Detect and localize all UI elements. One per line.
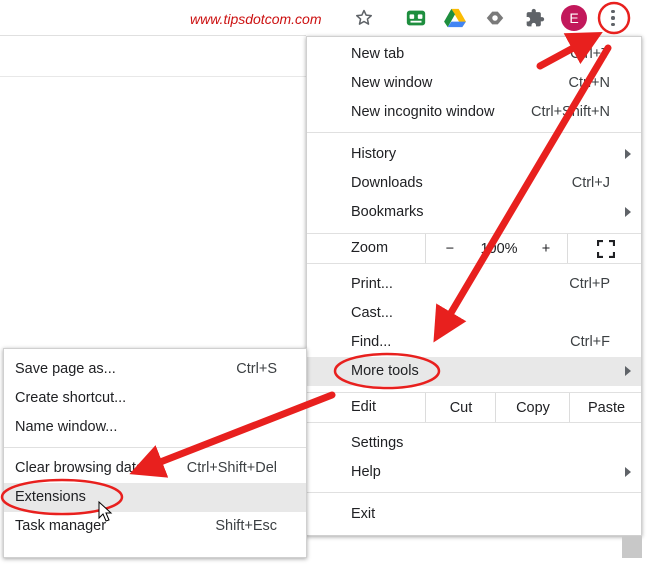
- menu-item-shortcut: Ctrl+T: [570, 46, 610, 62]
- google-drive-icon[interactable]: [443, 6, 467, 30]
- watermark-text: www.tipsdotcom.com: [190, 11, 322, 27]
- menu-item-label: New tab: [351, 46, 405, 62]
- submenu-item-name-window[interactable]: Name window...: [4, 413, 306, 442]
- submenu-item-task-manager[interactable]: Task manager Shift+Esc: [4, 512, 306, 541]
- menu-item-shortcut: Ctrl+Shift+N: [531, 104, 610, 120]
- menu-item-exit[interactable]: Exit: [307, 500, 641, 529]
- submenu-item-shortcut: Ctrl+Shift+Del: [186, 460, 277, 476]
- cut-label: Cut: [449, 399, 473, 416]
- menu-item-settings[interactable]: Settings: [307, 429, 641, 458]
- page-divider: [0, 35, 306, 36]
- star-icon[interactable]: [352, 6, 376, 30]
- submenu-item-save-page[interactable]: Save page as... Ctrl+S: [4, 355, 306, 384]
- submenu-divider: [4, 447, 306, 448]
- fullscreen-icon[interactable]: [567, 234, 643, 263]
- chevron-right-icon: [625, 467, 631, 477]
- menu-item-bookmarks[interactable]: Bookmarks: [307, 198, 641, 227]
- zoom-out-label: −: [445, 240, 455, 257]
- menu-item-find[interactable]: Find... Ctrl+F: [307, 328, 641, 357]
- cut-button[interactable]: Cut: [425, 393, 496, 422]
- menu-item-cast[interactable]: Cast...: [307, 299, 641, 328]
- edit-label: Edit: [351, 399, 376, 415]
- paste-button[interactable]: Paste: [569, 393, 643, 422]
- menu-item-label: Bookmarks: [351, 204, 424, 220]
- more-tools-submenu: Save page as... Ctrl+S Create shortcut..…: [3, 348, 307, 558]
- menu-item-label: Settings: [351, 435, 404, 451]
- menu-row-zoom: Zoom − 100% +: [307, 234, 641, 263]
- menu-divider: [307, 422, 641, 423]
- submenu-item-label: Create shortcut...: [15, 390, 127, 406]
- scrollbar[interactable]: [622, 536, 642, 558]
- menu-item-new-incognito[interactable]: New incognito window Ctrl+Shift+N: [307, 98, 641, 127]
- paste-label: Paste: [587, 399, 626, 416]
- menu-item-shortcut: Ctrl+P: [569, 276, 610, 292]
- submenu-item-label: Task manager: [15, 518, 107, 534]
- profile-avatar[interactable]: E: [561, 5, 587, 31]
- menu-item-help[interactable]: Help: [307, 458, 641, 487]
- menu-row-edit: Edit Cut Copy Paste: [307, 393, 641, 422]
- extension-green-icon[interactable]: [404, 6, 428, 30]
- menu-item-label: Print...: [351, 276, 393, 292]
- submenu-item-label: Extensions: [15, 489, 86, 505]
- page-divider: [0, 76, 306, 77]
- zoom-out-button[interactable]: −: [425, 234, 474, 263]
- three-dots-icon[interactable]: [601, 6, 625, 30]
- submenu-item-shortcut: Shift+Esc: [215, 518, 277, 534]
- browser-toolbar: www.tipsdotcom.com E: [0, 0, 650, 36]
- zoom-in-button[interactable]: +: [525, 234, 567, 263]
- submenu-item-extensions[interactable]: Extensions: [4, 483, 306, 512]
- menu-item-label: More tools: [351, 363, 419, 379]
- menu-item-history[interactable]: History: [307, 140, 641, 169]
- copy-label: Copy: [516, 399, 550, 416]
- copy-button[interactable]: Copy: [495, 393, 570, 422]
- menu-item-more-tools[interactable]: More tools: [307, 357, 641, 386]
- menu-item-label: Exit: [351, 506, 376, 522]
- submenu-item-shortcut: Ctrl+S: [236, 361, 277, 377]
- zoom-in-label: +: [541, 240, 551, 257]
- zoom-label: Zoom: [351, 240, 389, 256]
- chevron-right-icon: [625, 366, 631, 376]
- menu-item-shortcut: Ctrl+N: [568, 75, 611, 91]
- menu-item-new-window[interactable]: New window Ctrl+N: [307, 69, 641, 98]
- submenu-item-label: Name window...: [15, 419, 118, 435]
- menu-item-print[interactable]: Print... Ctrl+P: [307, 270, 641, 299]
- submenu-item-clear-browsing[interactable]: Clear browsing data... Ctrl+Shift+Del: [4, 454, 306, 483]
- chrome-main-menu: New tab Ctrl+T New window Ctrl+N New inc…: [306, 36, 642, 536]
- puzzle-icon[interactable]: [523, 6, 547, 30]
- menu-divider: [307, 132, 641, 133]
- menu-item-shortcut: Ctrl+F: [570, 334, 610, 350]
- menu-item-label: Downloads: [351, 175, 423, 191]
- submenu-item-label: Save page as...: [15, 361, 116, 377]
- submenu-item-create-shortcut[interactable]: Create shortcut...: [4, 384, 306, 413]
- submenu-item-label: Clear browsing data...: [15, 460, 157, 476]
- menu-divider: [307, 263, 641, 264]
- menu-item-new-tab[interactable]: New tab Ctrl+T: [307, 40, 641, 69]
- menu-item-label: New window: [351, 75, 433, 91]
- avatar-letter: E: [569, 10, 579, 26]
- menu-item-shortcut: Ctrl+J: [571, 175, 610, 191]
- menu-item-label: History: [351, 146, 397, 162]
- chevron-right-icon: [625, 149, 631, 159]
- zoom-value: 100%: [480, 240, 518, 257]
- extension-gray-icon[interactable]: [483, 6, 507, 30]
- menu-item-label: Cast...: [351, 305, 393, 321]
- menu-item-downloads[interactable]: Downloads Ctrl+J: [307, 169, 641, 198]
- menu-item-label: Find...: [351, 334, 392, 350]
- chevron-right-icon: [625, 207, 631, 217]
- menu-item-label: New incognito window: [351, 104, 495, 120]
- menu-divider: [307, 492, 641, 493]
- menu-item-label: Help: [351, 464, 381, 480]
